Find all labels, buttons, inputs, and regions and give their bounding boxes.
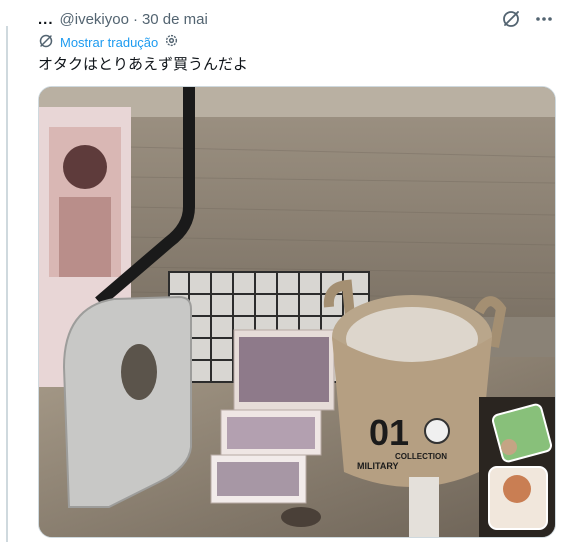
tweet-photo[interactable]: 01 MILITARY COLLECTION: [38, 86, 556, 538]
more-options-icon[interactable]: [535, 10, 553, 28]
grok-icon[interactable]: [501, 9, 521, 29]
show-translation-link[interactable]: Mostrar tradução: [60, 35, 158, 50]
author-handle[interactable]: @ivekiyoo: [60, 11, 129, 28]
box-caption-1: MILITARY: [357, 461, 399, 471]
separator-dot: ·: [132, 10, 138, 28]
translate-row: Mostrar tradução: [38, 32, 179, 52]
box-number: 01: [369, 412, 409, 453]
box-caption-2: COLLECTION: [395, 452, 447, 461]
tweet-header: ... @ivekiyoo · 30 de mai: [38, 8, 553, 30]
settings-gear-icon[interactable]: [164, 33, 179, 51]
header-actions: [501, 8, 553, 30]
photo-scene: 01 MILITARY COLLECTION: [39, 87, 555, 537]
author-name[interactable]: ...: [38, 11, 54, 28]
thread-line: [6, 26, 8, 542]
translate-icon: [38, 33, 54, 52]
tweet-date[interactable]: 30 de mai: [142, 11, 208, 28]
tweet-text: オタクはとりあえず買うんだよ: [38, 55, 249, 73]
